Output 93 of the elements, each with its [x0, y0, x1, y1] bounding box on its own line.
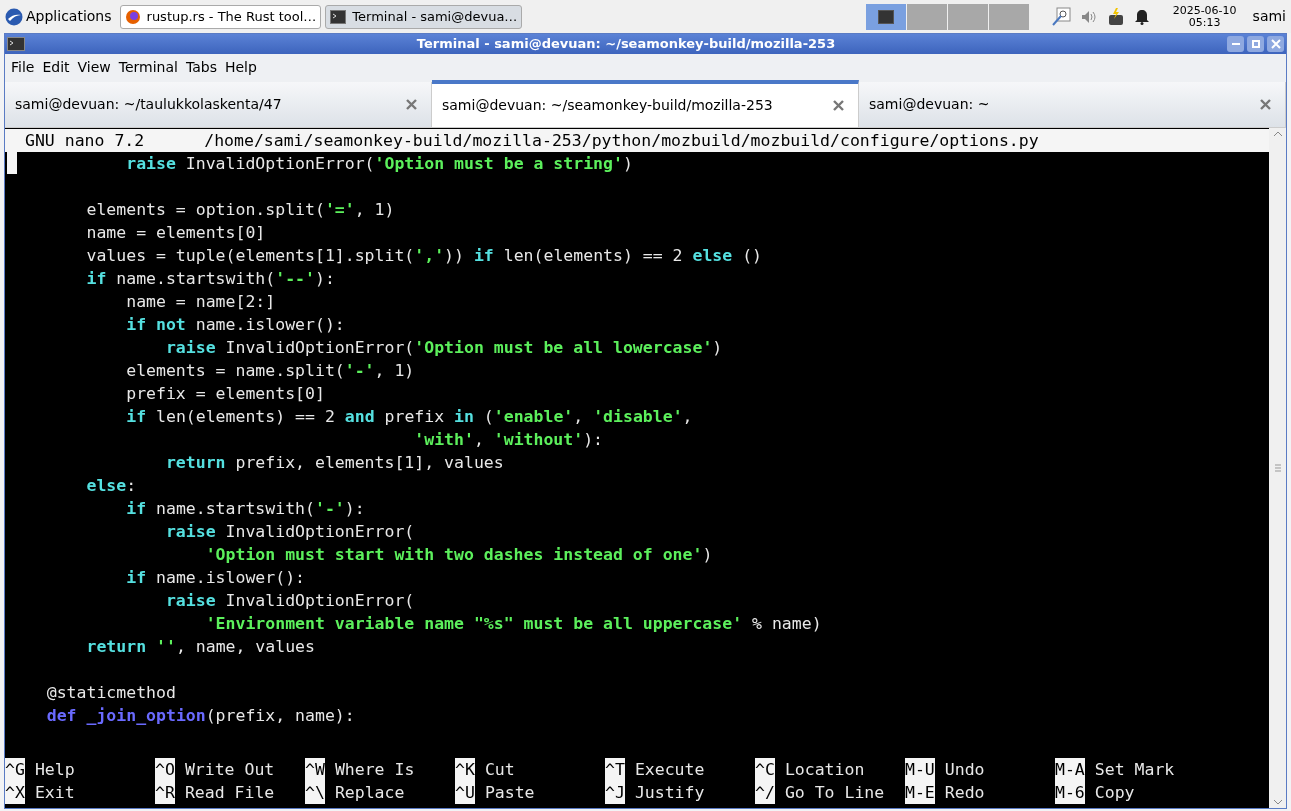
shortcut-key: ^/ [755, 781, 775, 804]
shortcut-key: ^G [5, 758, 25, 781]
clock-date: 2025-06-10 [1172, 4, 1237, 17]
shortcut-label: Justify [634, 782, 705, 804]
code-line: if not name.islower(): [126, 314, 345, 336]
code-line: return prefix, elements[1], values [165, 452, 504, 474]
shortcut-label: Undo [944, 759, 985, 781]
code-line: else: [86, 475, 137, 497]
code-line: 'Option must start with two dashes instead of one') [205, 544, 713, 566]
code-line: 'with', 'without'): [414, 429, 604, 451]
power-icon[interactable] [1106, 7, 1125, 26]
minimize-button[interactable] [1227, 36, 1244, 52]
shortcut-key: ^\ [305, 781, 325, 804]
terminal-tab[interactable]: sami@devuan: ~/seamonkey-build/mozilla-253 [432, 80, 859, 127]
shortcut-key: ^X [5, 781, 25, 804]
shortcut-key: ^J [605, 781, 625, 804]
close-button[interactable] [1267, 36, 1284, 52]
file-path: /home/sami/seamonkey-build/mozilla-253/python/mozbuild/mozbuild/configure/options.py [204, 130, 1039, 152]
shortcut-label: Cut [484, 759, 515, 781]
close-tab-icon[interactable] [833, 100, 844, 111]
shortcut-key: M-E [905, 781, 935, 804]
clock-time: 05:13 [1188, 16, 1221, 29]
taskbar-button[interactable]: rustup.rs - The Rust tool… [119, 4, 322, 29]
code-line: @staticmethod [46, 682, 176, 704]
shortcut-label: Write Out [184, 759, 275, 781]
shortcut-key: ^C [755, 758, 775, 781]
shortcut-label: Redo [944, 782, 985, 804]
scrollbar[interactable] [1269, 128, 1286, 808]
workspace-button[interactable] [865, 3, 906, 30]
scroll-down-icon[interactable] [1272, 799, 1283, 806]
editor-version: GNU nano 7.2 [25, 130, 145, 152]
menu-item[interactable]: Edit [38, 54, 74, 80]
menu-item[interactable]: View [73, 54, 115, 80]
volume-icon[interactable] [1080, 9, 1097, 24]
shortcut-key: ^R [155, 781, 175, 804]
shortcut-label: Set Mark [1094, 759, 1175, 781]
shortcut-label: Copy [1094, 782, 1135, 804]
scroll-grip-icon[interactable] [1274, 463, 1281, 473]
shortcut-label: Location [784, 759, 865, 781]
close-tab-icon[interactable] [406, 99, 417, 110]
menu-item[interactable]: File [7, 54, 39, 80]
shortcut-key: ^T [605, 758, 625, 781]
taskbar-button[interactable]: Terminal - sami@devua… [325, 4, 523, 29]
shortcut-key: ^K [455, 758, 475, 781]
shortcut-label: Exit [34, 782, 75, 804]
shortcut-key: ^W [305, 758, 325, 781]
shortcut-key: M-6 [1055, 781, 1085, 804]
window-title: Terminal - sami@devuan: ~/seamonkey-build/mozilla-253 [415, 35, 837, 54]
shortcut-label: Go To Line [784, 782, 885, 804]
code-line: 'Environment variable name "%s" must be all uppercase' % name) [205, 613, 822, 635]
code-line: elements = option.split('=', 1) [86, 199, 395, 221]
close-tab-icon[interactable] [1260, 99, 1271, 110]
scroll-up-icon[interactable] [1272, 130, 1283, 137]
user-name: sami [1252, 7, 1286, 26]
code-line: raise InvalidOptionError('Option must be a string') [126, 153, 633, 175]
window-thumbnail-icon [877, 9, 894, 24]
shortcut-key: ^O [155, 758, 175, 781]
terminal-tab[interactable]: sami@devuan: ~/taulukkolaskenta/47 [5, 82, 432, 127]
terminal-tab[interactable]: sami@devuan: ~ [859, 82, 1286, 127]
menu-item[interactable]: Help [220, 54, 261, 80]
shortcut-key: M-A [1055, 758, 1085, 781]
code-line: def _join_option(prefix, name): [46, 705, 355, 727]
terminal-icon [330, 9, 347, 24]
shortcut-key: ^U [455, 781, 475, 804]
code-line: if name.startswith('--'): [86, 268, 335, 290]
code-line: if name.islower(): [126, 567, 306, 589]
code-line: raise InvalidOptionError('Option must be all lowercase') [165, 337, 723, 359]
code-line: if name.startswith('-'): [126, 498, 365, 520]
code-line: raise InvalidOptionError( [165, 590, 415, 612]
code-line: values = tuple(elements[1].split(',')) if len(elements) == 2 else () [86, 245, 763, 267]
logo-icon [5, 7, 23, 26]
code-line: elements = name.split('-', 1) [126, 360, 415, 382]
bell-icon[interactable] [1134, 8, 1149, 25]
shortcut-label: Paste [484, 782, 535, 804]
shortcut-label: Replace [334, 782, 405, 804]
shortcut-label: Execute [634, 759, 705, 781]
applications-menu[interactable]: Applications [5, 6, 116, 27]
shortcut-label: Help [34, 759, 75, 781]
shortcut-label: Where Is [334, 759, 415, 781]
code-line: name = elements[0] [86, 222, 266, 244]
code-line: name = name[2:] [126, 291, 276, 313]
shortcut-key: M-U [905, 758, 935, 781]
code-line: raise InvalidOptionError( [165, 521, 415, 543]
code-line: prefix = elements[0] [126, 383, 325, 405]
code-line: return '', name, values [86, 636, 315, 658]
maximize-button[interactable] [1247, 36, 1264, 52]
menu-item[interactable]: Tabs [181, 54, 221, 80]
terminal-icon [7, 37, 25, 51]
search-icon[interactable] [1050, 6, 1071, 27]
browser-icon [124, 8, 141, 25]
code-line: if len(elements) == 2 and prefix in ('enable', 'disable', [126, 406, 693, 428]
menu-item[interactable]: Terminal [114, 54, 182, 80]
shortcut-label: Read File [184, 782, 275, 804]
